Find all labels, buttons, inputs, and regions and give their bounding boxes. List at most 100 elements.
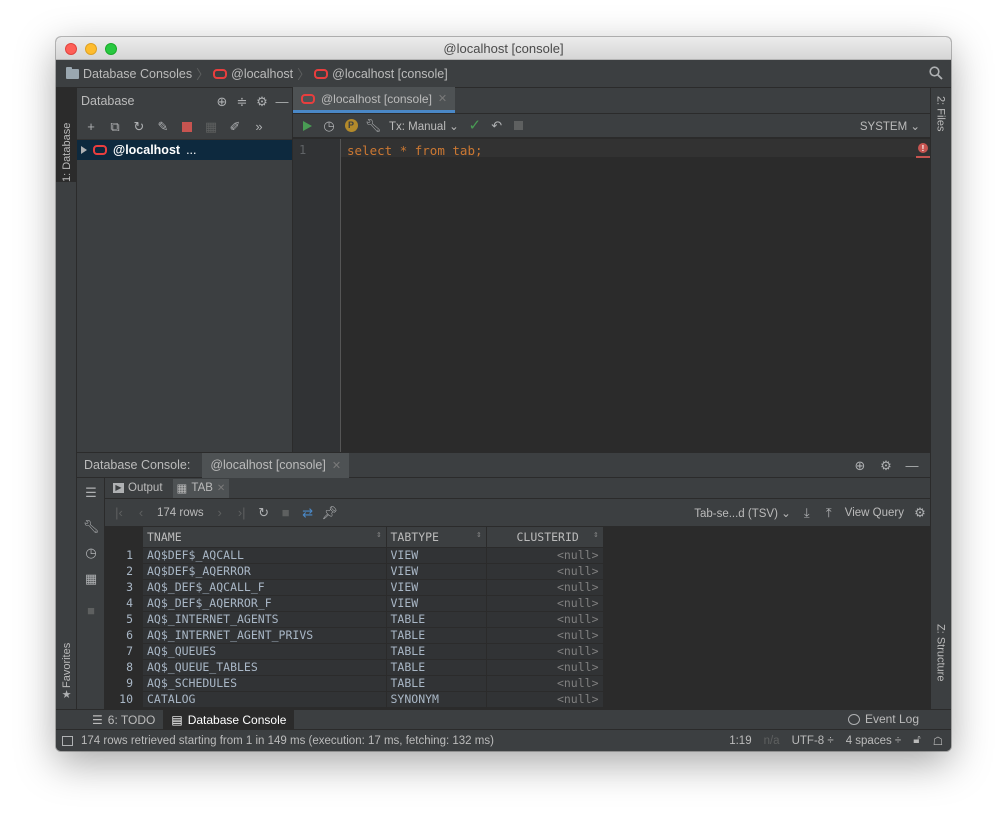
sql-code[interactable]: select * from tab; xyxy=(347,143,483,158)
breadcrumb-item-console[interactable]: @localhost [console] xyxy=(314,67,448,81)
cell-clusterid[interactable]: <null> xyxy=(486,595,604,612)
cell-tabtype[interactable]: TABLE xyxy=(386,643,487,660)
tab-console-session[interactable]: @localhost [console] ✕ xyxy=(202,452,350,478)
table-row[interactable]: 8 AQ$_QUEUE_TABLES TABLE <null> xyxy=(105,659,604,676)
cell-tabtype[interactable]: TABLE xyxy=(386,675,487,692)
export-format-dropdown[interactable]: Tab-se...d (TSV) ⌄ xyxy=(690,506,795,520)
cell-clusterid[interactable]: <null> xyxy=(486,579,604,596)
caret-position[interactable]: 1:19 xyxy=(723,735,757,747)
stop-icon[interactable] xyxy=(509,116,529,136)
file-encoding[interactable]: UTF-8 ÷ xyxy=(786,735,840,747)
hide-panel-icon[interactable]: — xyxy=(272,91,292,111)
sort-icon[interactable]: ⇕ xyxy=(476,530,481,540)
tool-tab-files[interactable]: 2: Files xyxy=(930,96,951,166)
table-icon[interactable]: ▦ xyxy=(201,117,221,137)
search-icon[interactable] xyxy=(929,66,943,80)
pencil-icon[interactable]: ✐ xyxy=(225,117,245,137)
stop-icon[interactable]: ■ xyxy=(276,503,296,523)
indent-setting[interactable]: 4 spaces ÷ xyxy=(840,735,908,747)
collapse-all-icon[interactable]: ≑ xyxy=(232,91,252,111)
next-page-icon[interactable]: › xyxy=(210,503,230,523)
cell-tname[interactable]: AQ$DEF$_AQERROR xyxy=(143,563,387,580)
cell-tabtype[interactable]: TABLE xyxy=(386,659,487,676)
breadcrumb-item-localhost[interactable]: @localhost xyxy=(213,67,293,81)
cell-clusterid[interactable]: <null> xyxy=(486,675,604,692)
breadcrumb-item-consoles[interactable]: Database Consoles xyxy=(66,66,192,81)
first-page-icon[interactable]: |‹ xyxy=(109,503,129,523)
cell-tname[interactable]: AQ$DEF$_AQCALL xyxy=(143,547,387,564)
wrench-icon[interactable]: 🔧︎ xyxy=(81,516,101,536)
close-tab-icon[interactable]: ✕ xyxy=(217,483,225,494)
previous-page-icon[interactable]: ‹ xyxy=(131,503,151,523)
table-row[interactable]: 5 AQ$_INTERNET_AGENTS TABLE <null> xyxy=(105,611,604,628)
star-icon[interactable]: ★ xyxy=(56,688,77,704)
tab-console[interactable]: @localhost [console] ✕ xyxy=(293,87,456,113)
close-tab-icon[interactable]: ✕ xyxy=(332,459,341,472)
error-marker-icon[interactable]: ! xyxy=(918,143,928,153)
gear-icon[interactable]: ⚙ xyxy=(910,503,930,523)
toggle-tool-windows-icon[interactable] xyxy=(62,735,73,746)
target-icon[interactable]: ⊕ xyxy=(212,91,232,111)
refresh-icon[interactable]: ↻ xyxy=(254,503,274,523)
upload-icon[interactable]: ⤒ xyxy=(819,503,839,523)
compare-icon[interactable]: ⇄ xyxy=(298,503,318,523)
hide-panel-icon[interactable]: — xyxy=(902,455,922,475)
history-icon[interactable]: ◷ xyxy=(81,542,101,562)
table-row[interactable]: 3 AQ$_DEF$_AQCALL_F VIEW <null> xyxy=(105,579,604,596)
lock-icon[interactable]: 🔓︎ xyxy=(907,734,926,747)
rows-count[interactable]: 174 rows xyxy=(153,507,208,519)
download-icon[interactable]: ⤓ xyxy=(797,503,817,523)
tx-mode-dropdown[interactable]: Tx: Manual ⌄ xyxy=(385,119,463,133)
tool-tab-structure[interactable]: Z: Structure xyxy=(930,624,951,704)
cell-tname[interactable]: AQ$_INTERNET_AGENT_PRIVS xyxy=(143,627,387,644)
cell-tabtype[interactable]: VIEW xyxy=(386,563,487,580)
commit-icon[interactable]: ✓ xyxy=(465,116,485,136)
stop-icon[interactable] xyxy=(177,117,197,137)
expand-arrow-icon[interactable] xyxy=(81,146,87,154)
table-row[interactable]: 10 CATALOG SYNONYM <null> xyxy=(105,691,604,708)
close-tab-icon[interactable]: ✕ xyxy=(438,92,447,105)
tab-result[interactable]: ▦ TAB ✕ xyxy=(172,478,230,498)
tool-window-todo[interactable]: ☰ 6: TODO xyxy=(84,710,163,730)
cell-tname[interactable]: AQ$_QUEUE_TABLES xyxy=(143,659,387,676)
cell-tname[interactable]: AQ$_DEF$_AQCALL_F xyxy=(143,579,387,596)
inspector-icon[interactable]: ☖ xyxy=(927,734,951,748)
cell-clusterid[interactable]: <null> xyxy=(486,643,604,660)
column-header-clusterid[interactable]: CLUSTERID ⇕ xyxy=(486,527,604,548)
tool-tab-favorites[interactable]: Favorites xyxy=(56,628,77,688)
wrap-icon[interactable]: ☰ xyxy=(81,482,101,502)
cell-tabtype[interactable]: TABLE xyxy=(386,611,487,628)
view-query-button[interactable]: View Query xyxy=(841,507,908,519)
table-row[interactable]: 1 AQ$DEF$_AQCALL VIEW <null> xyxy=(105,547,604,564)
line-separator[interactable]: n/a xyxy=(758,735,786,747)
cell-tabtype[interactable]: VIEW xyxy=(386,547,487,564)
cell-tname[interactable]: AQ$_SCHEDULES xyxy=(143,675,387,692)
stop-icon[interactable]: ■ xyxy=(81,600,101,620)
add-icon[interactable]: + xyxy=(81,117,101,137)
layout-icon[interactable]: ▦ xyxy=(81,568,101,588)
wrench-icon[interactable]: 🔧︎ xyxy=(363,116,383,136)
tool-tab-database[interactable]: 1: Database xyxy=(56,88,77,182)
table-row[interactable]: 4 AQ$_DEF$_AQERROR_F VIEW <null> xyxy=(105,595,604,612)
parameters-icon[interactable]: P xyxy=(341,116,361,136)
cell-clusterid[interactable]: <null> xyxy=(486,563,604,580)
cell-tabtype[interactable]: VIEW xyxy=(386,595,487,612)
cell-tabtype[interactable]: SYNONYM xyxy=(386,691,487,708)
gear-icon[interactable]: ⚙ xyxy=(252,91,272,111)
tool-window-event-log[interactable]: Event Log xyxy=(847,712,919,726)
cell-clusterid[interactable]: <null> xyxy=(486,627,604,644)
cell-tname[interactable]: CATALOG xyxy=(143,691,387,708)
tree-item-localhost[interactable]: @localhost ... xyxy=(77,140,292,160)
more-icon[interactable]: » xyxy=(249,117,269,137)
pin-icon[interactable]: 📌︎ xyxy=(320,503,340,523)
cell-clusterid[interactable]: <null> xyxy=(486,611,604,628)
run-icon[interactable] xyxy=(297,116,317,136)
edit-properties-icon[interactable]: ✎ xyxy=(153,117,173,137)
last-page-icon[interactable]: ›| xyxy=(232,503,252,523)
gear-icon[interactable]: ⚙ xyxy=(876,455,896,475)
cell-tname[interactable]: AQ$_QUEUES xyxy=(143,643,387,660)
cell-clusterid[interactable]: <null> xyxy=(486,547,604,564)
tab-output[interactable]: ▶ Output xyxy=(109,479,167,498)
cell-clusterid[interactable]: <null> xyxy=(486,659,604,676)
tool-window-database-console[interactable]: ▤ Database Console xyxy=(163,709,295,730)
